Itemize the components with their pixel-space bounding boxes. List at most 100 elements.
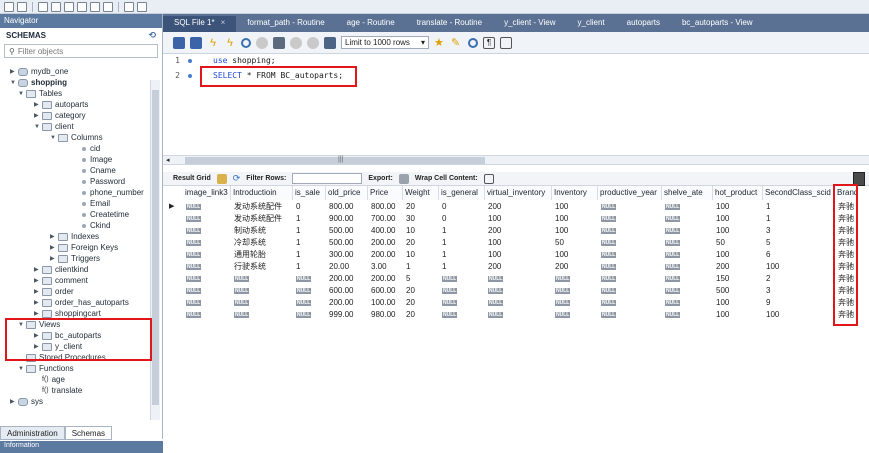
table-cell[interactable]: 100 bbox=[766, 261, 835, 273]
table-cell[interactable]: 200 bbox=[716, 261, 763, 273]
table-cell[interactable]: NULL bbox=[186, 285, 231, 297]
table-cell[interactable]: 1 bbox=[296, 261, 326, 273]
table-cell[interactable]: 200 bbox=[488, 261, 552, 273]
column-header[interactable]: old_price bbox=[326, 186, 368, 200]
editor-tab-translate-routine[interactable]: translate - Routine bbox=[406, 16, 493, 32]
rollback-icon[interactable] bbox=[307, 36, 319, 49]
chevron-right-icon[interactable]: ▶ bbox=[10, 68, 18, 75]
table-cell[interactable]: 冷却系统 bbox=[234, 237, 293, 249]
tree-item-comment[interactable]: ▶ comment bbox=[34, 275, 88, 286]
table-cell[interactable]: NULL bbox=[186, 261, 231, 273]
grid-view-icon[interactable] bbox=[216, 173, 227, 184]
table-cell[interactable]: 100 bbox=[716, 201, 763, 213]
invisible-chars-icon[interactable]: ¶ bbox=[483, 36, 495, 49]
table-cell[interactable]: 100 bbox=[488, 249, 552, 261]
chevron-down-icon[interactable]: ▼ bbox=[10, 80, 18, 86]
tree-item-cname[interactable]: Cname bbox=[74, 165, 116, 176]
commit-icon[interactable] bbox=[290, 36, 302, 49]
editor-tab-sql-file-1[interactable]: SQL File 1* × bbox=[163, 16, 237, 32]
table-cell[interactable]: 5 bbox=[406, 273, 439, 285]
table-cell[interactable]: 100 bbox=[555, 249, 598, 261]
table-cell[interactable]: 3.00 bbox=[371, 261, 403, 273]
tree-item-sys[interactable]: ▶ sys bbox=[10, 396, 43, 407]
limit-rows-select[interactable]: Limit to 1000 rows ▾ bbox=[341, 36, 429, 49]
table-cell[interactable]: 100 bbox=[716, 213, 763, 225]
table-cell[interactable]: 2 bbox=[766, 273, 835, 285]
scrollbar-thumb[interactable] bbox=[152, 90, 159, 405]
table-cell[interactable]: NULL bbox=[296, 309, 326, 321]
editor-tab-format-path-routine[interactable]: format_path - Routine bbox=[236, 16, 335, 32]
tree-item-cid[interactable]: cid bbox=[74, 143, 100, 154]
tree-item-triggers[interactable]: ▶ Triggers bbox=[50, 253, 100, 264]
table-cell[interactable]: NULL bbox=[296, 297, 326, 309]
table-cell[interactable]: 980.00 bbox=[371, 309, 403, 321]
table-cell[interactable]: 150 bbox=[716, 273, 763, 285]
table-cell[interactable]: 800.00 bbox=[371, 201, 403, 213]
tree-item-image[interactable]: Image bbox=[74, 154, 112, 165]
table-cell[interactable]: 999.00 bbox=[329, 309, 368, 321]
table-cell[interactable]: 0 bbox=[442, 213, 485, 225]
tree-item-phone_number[interactable]: phone_number bbox=[74, 187, 144, 198]
table-cell[interactable]: 20.00 bbox=[329, 261, 368, 273]
table-cell[interactable]: 1 bbox=[442, 237, 485, 249]
table-cell[interactable]: NULL bbox=[296, 273, 326, 285]
table-cell[interactable]: 发动系统配件 bbox=[234, 201, 293, 213]
refresh-icon[interactable]: ⟳ bbox=[233, 173, 241, 184]
create-function-icon[interactable] bbox=[103, 1, 113, 12]
table-cell[interactable]: 50 bbox=[555, 237, 598, 249]
table-cell[interactable]: 100 bbox=[716, 297, 763, 309]
table-cell[interactable]: 200.00 bbox=[329, 297, 368, 309]
table-cell[interactable]: 1 bbox=[442, 249, 485, 261]
tab-schemas[interactable]: Schemas bbox=[64, 426, 113, 440]
table-row[interactable]: NULL 冷却系统 1 500.00 200.00 20 1 100 50 NULL NULL 50 5… bbox=[163, 237, 869, 249]
scrollbar-thumb[interactable] bbox=[185, 157, 485, 164]
table-cell[interactable]: 1 bbox=[766, 201, 835, 213]
execute-current-icon[interactable]: ϟ bbox=[224, 37, 236, 49]
table-cell[interactable]: 100 bbox=[555, 225, 598, 237]
chevron-right-icon[interactable]: ▶ bbox=[50, 233, 58, 240]
table-cell[interactable]: 1 bbox=[296, 237, 326, 249]
tree-item-shopping[interactable]: ▼ shopping bbox=[10, 77, 67, 88]
table-cell[interactable]: 6 bbox=[766, 249, 835, 261]
tree-item-columns[interactable]: ▼ Columns bbox=[50, 132, 103, 143]
table-cell[interactable]: NULL bbox=[442, 285, 485, 297]
table-cell[interactable]: NULL bbox=[186, 297, 231, 309]
beautify-icon[interactable]: ✎ bbox=[451, 37, 463, 49]
autocommit-icon[interactable] bbox=[324, 36, 336, 49]
table-cell[interactable]: NULL bbox=[601, 309, 662, 321]
table-cell[interactable]: 500.00 bbox=[329, 237, 368, 249]
table-cell[interactable]: NULL bbox=[186, 309, 231, 321]
table-cell[interactable]: 5 bbox=[766, 237, 835, 249]
table-cell[interactable]: 1 bbox=[406, 261, 439, 273]
table-cell[interactable]: NULL bbox=[442, 273, 485, 285]
table-cell[interactable]: 100 bbox=[488, 237, 552, 249]
open-sql-file-icon[interactable] bbox=[17, 1, 27, 12]
column-header[interactable]: SecondClass_scid bbox=[763, 186, 835, 200]
table-cell[interactable]: 100.00 bbox=[371, 297, 403, 309]
tree-item-clientkind[interactable]: ▶ clientkind bbox=[34, 264, 88, 275]
table-cell[interactable]: NULL bbox=[665, 261, 713, 273]
table-cell[interactable]: 发动系统配件 bbox=[234, 213, 293, 225]
table-cell[interactable]: 200 bbox=[488, 225, 552, 237]
table-cell[interactable]: 50 bbox=[716, 237, 763, 249]
table-cell[interactable]: NULL bbox=[601, 273, 662, 285]
table-cell[interactable]: NULL bbox=[601, 225, 662, 237]
tree-item-createtime[interactable]: Createtime bbox=[74, 209, 129, 220]
table-cell[interactable]: 0 bbox=[296, 201, 326, 213]
table-cell[interactable]: NULL bbox=[488, 297, 552, 309]
table-cell[interactable]: 1 bbox=[442, 225, 485, 237]
chevron-right-icon[interactable]: ▶ bbox=[34, 277, 42, 284]
tree-item-autoparts[interactable]: ▶ autoparts bbox=[34, 99, 88, 110]
table-cell[interactable]: NULL bbox=[555, 273, 598, 285]
table-row[interactable]: NULL NULL NULL 200.00 200.00 5 NULL NULL NULL NUL… bbox=[163, 273, 869, 285]
table-cell[interactable]: 10 bbox=[406, 225, 439, 237]
table-cell[interactable]: NULL bbox=[186, 213, 231, 225]
tree-item-translate[interactable]: f() translate bbox=[34, 385, 82, 396]
open-file-icon[interactable] bbox=[173, 36, 185, 49]
table-row[interactable]: NULL NULL NULL 999.00 980.00 20 NULL NULL NULL NU… bbox=[163, 309, 869, 321]
table-cell[interactable]: 400.00 bbox=[371, 225, 403, 237]
table-cell[interactable]: NULL bbox=[665, 249, 713, 261]
table-cell[interactable]: 20 bbox=[406, 309, 439, 321]
wrap-cell-icon[interactable] bbox=[483, 173, 494, 184]
table-cell[interactable]: NULL bbox=[665, 309, 713, 321]
